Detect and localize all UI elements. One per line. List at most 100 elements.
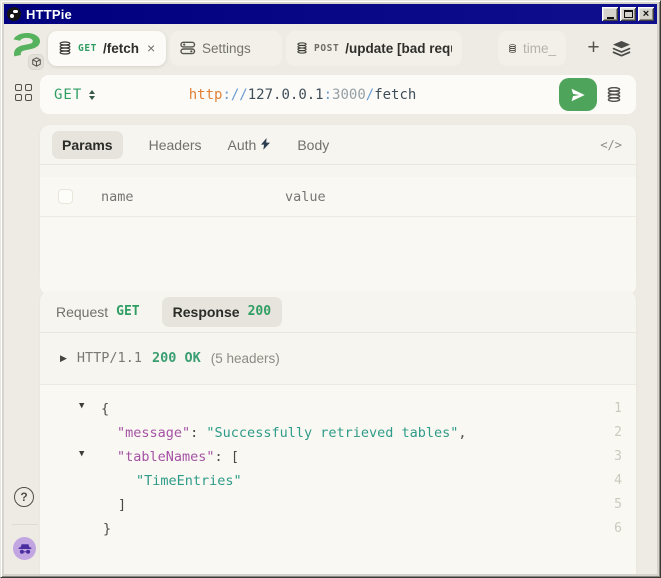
incognito-icon	[18, 543, 32, 555]
json-string-value: "Successfully retrieved tables"	[206, 425, 458, 441]
expand-caret-icon[interactable]: ▶	[60, 353, 67, 364]
tab-params[interactable]: Params	[52, 131, 123, 159]
tab-auth[interactable]: Auth	[228, 137, 272, 153]
cube-icon	[32, 57, 41, 67]
line-number: 5	[614, 493, 622, 517]
tab-body[interactable]: Body	[297, 137, 329, 153]
close-button[interactable]: ×	[638, 7, 654, 21]
tab-method: POST	[314, 43, 339, 54]
database-icon	[296, 41, 308, 55]
tab-auth-label: Auth	[228, 137, 257, 153]
response-status-line: ▶ HTTP/1.1 200 OK (5 headers)	[40, 333, 636, 380]
send-button[interactable]	[559, 78, 597, 111]
response-protocol: HTTP/1.1	[77, 350, 142, 366]
headers-count: (5 headers)	[211, 351, 280, 366]
json-close-brace: }	[103, 521, 111, 537]
app-surface: ? GET /fetch ×	[4, 24, 657, 574]
url-scheme: http	[189, 87, 223, 103]
json-line-1: ▼ { 1	[40, 397, 636, 421]
collections-button[interactable]	[607, 33, 636, 63]
request-options-tabs: Params Headers Auth Body </>	[40, 125, 636, 164]
json-colon: :	[215, 449, 231, 465]
request-tab-method: GET	[116, 304, 139, 319]
url-input[interactable]: http://127.0.0.1:3000/fetch	[121, 71, 416, 119]
json-line-5: ] 5	[40, 493, 636, 517]
apps-grid-button[interactable]	[15, 84, 33, 102]
settings-icon	[180, 41, 196, 55]
response-panel: Request GET Response 200 ▶ HTTP/1.1 200 …	[40, 291, 636, 574]
method-selector[interactable]: GET	[54, 87, 82, 103]
param-name-input[interactable]	[99, 188, 269, 206]
minimize-button[interactable]	[602, 7, 618, 21]
json-line-4: "TimeEntries" 4	[40, 469, 636, 493]
tab-get-fetch[interactable]: GET /fetch ×	[48, 31, 166, 66]
maximize-button[interactable]	[620, 7, 636, 21]
close-icon: ×	[643, 9, 649, 20]
params-rows	[40, 177, 636, 295]
tab-post-update[interactable]: POST /update [bad requ...	[286, 31, 462, 66]
sidebar-divider	[12, 524, 38, 525]
response-body: ▼ { 1 "message": "Successfully retrieved…	[40, 384, 636, 574]
tab-method: GET	[78, 43, 97, 54]
collapse-caret-icon[interactable]: ▼	[79, 449, 84, 459]
line-number: 3	[614, 445, 622, 469]
help-button[interactable]: ?	[14, 487, 34, 507]
app-window: HTTPie × ?	[0, 0, 661, 578]
param-value-input[interactable]	[283, 188, 483, 206]
param-row	[40, 177, 636, 217]
url-separator: ://	[222, 87, 247, 103]
json-line-2: "message": "Successfully retrieved table…	[40, 421, 636, 445]
json-comma: ,	[458, 425, 466, 441]
tab-label: /fetch	[103, 41, 139, 56]
panel-divider	[40, 164, 636, 165]
json-line-6: } 6	[40, 517, 636, 541]
json-colon: :	[190, 425, 206, 441]
json-key: "tableNames"	[117, 449, 215, 465]
method-dropdown-icon[interactable]	[89, 90, 95, 100]
collapse-caret-icon[interactable]: ▼	[79, 401, 84, 411]
url-port-separator: :	[324, 87, 332, 103]
url-path-separator: /	[366, 87, 374, 103]
json-close-bracket: ]	[118, 497, 126, 513]
tab-time[interactable]: time_	[498, 31, 566, 66]
response-status-text: 200 OK	[152, 350, 201, 366]
json-key: "message"	[117, 425, 190, 441]
line-number: 1	[614, 397, 622, 421]
tab-settings[interactable]: Settings	[170, 31, 282, 66]
httpie-titlebar-icon	[7, 7, 21, 21]
minimize-icon	[607, 17, 614, 19]
line-number: 4	[614, 469, 622, 493]
line-number: 6	[614, 517, 622, 541]
tab-label: /update [bad requ...	[345, 41, 452, 56]
request-bar: GET http://127.0.0.1:3000/fetch	[40, 75, 636, 114]
tab-strip: GET /fetch × Settings POST /update [bad …	[48, 29, 636, 67]
database-icon	[606, 87, 622, 102]
url-port: 3000	[332, 87, 366, 103]
lightning-bolt-icon	[261, 138, 271, 151]
tab-headers[interactable]: Headers	[149, 137, 202, 153]
window-title: HTTPie	[26, 7, 72, 22]
database-icon	[508, 42, 517, 55]
tab-label: time_	[523, 41, 556, 56]
environment-cube-badge[interactable]	[29, 55, 43, 69]
tab-label: Settings	[202, 41, 251, 56]
url-host: 127.0.0.1	[248, 87, 324, 103]
response-status-badge: 200	[248, 304, 271, 319]
response-tab-label: Response	[173, 304, 240, 320]
request-response-tabs: Request GET Response 200	[40, 291, 636, 332]
database-icon	[58, 41, 72, 55]
url-path: fetch	[374, 87, 416, 103]
new-tab-button[interactable]: +	[580, 33, 607, 63]
titlebar[interactable]: HTTPie ×	[4, 4, 657, 24]
json-string-value: "TimeEntries"	[136, 473, 242, 489]
json-open-bracket: [	[231, 449, 239, 465]
incognito-avatar[interactable]	[13, 537, 36, 560]
code-view-toggle[interactable]: </>	[600, 138, 622, 152]
param-enabled-checkbox[interactable]	[58, 189, 73, 204]
tab-request[interactable]: Request GET	[56, 304, 140, 320]
saved-requests-button[interactable]	[597, 78, 631, 111]
maximize-icon	[624, 10, 633, 18]
request-options-panel: Params Headers Auth Body </>	[40, 125, 636, 283]
tab-close-icon[interactable]: ×	[147, 41, 155, 55]
tab-response[interactable]: Response 200	[162, 297, 282, 327]
